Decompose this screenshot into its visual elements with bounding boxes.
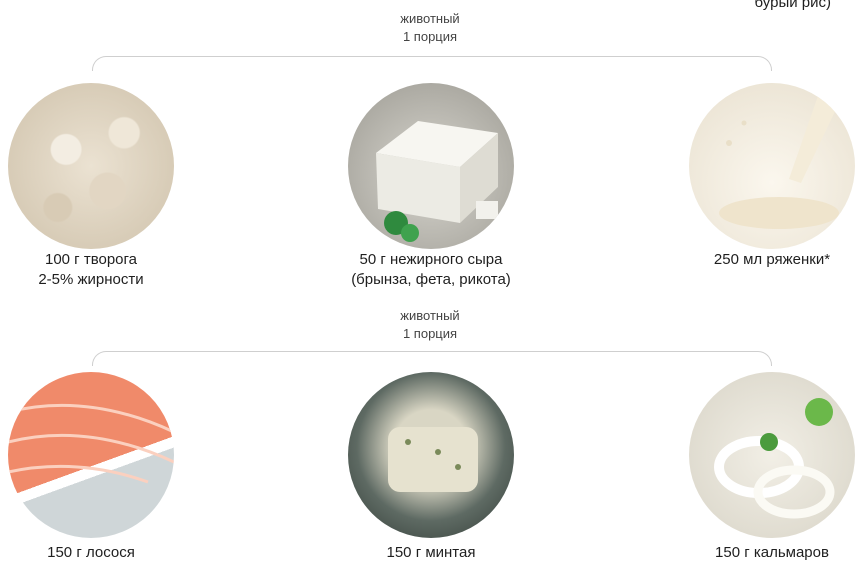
squid-illustration <box>714 398 835 519</box>
cheese-illustration <box>376 121 498 242</box>
ryazhenka-caption: 250 мл ряженки* <box>657 250 861 270</box>
squid-caption: 150 г кальмаров <box>657 543 861 563</box>
squid-image <box>689 372 855 538</box>
cottage-cheese-caption: 100 г творога 2-5% жирности <box>0 250 206 290</box>
pollock-image <box>348 372 514 538</box>
pollock-line1: 150 г минтая <box>386 544 476 561</box>
cheese-line2: (брынза, фета, рикота) <box>351 271 511 288</box>
pollock-illustration <box>388 427 478 492</box>
cheese-image <box>348 83 514 249</box>
group-2-portion-label: 1 порция <box>402 326 458 341</box>
ryazhenka-image <box>689 83 855 249</box>
cheese-line1: 50 г нежирного сыра <box>359 251 503 268</box>
cheese-caption: 50 г нежирного сыра (брынза, фета, рикот… <box>316 250 546 290</box>
group-1-header: животный 1 порция <box>330 10 530 46</box>
ryazhenka-line1: 250 мл ряженки* <box>713 251 831 268</box>
milk-splash-illustration <box>719 93 839 229</box>
cottage-cheese-line1: 100 г творога <box>44 251 137 268</box>
salmon-line1: 150 г лосося <box>47 544 135 561</box>
group-1-portion-label: 1 порция <box>402 29 458 44</box>
group-2-bracket <box>92 351 772 366</box>
group-1-type-label: животный <box>400 11 460 26</box>
group-1-bracket <box>92 56 772 71</box>
salmon-image <box>8 372 174 538</box>
cottage-cheese-line2: 2-5% жирности <box>38 271 144 288</box>
cut-off-caption: бурый рис) <box>754 0 831 11</box>
cottage-cheese-image <box>8 83 174 249</box>
salmon-caption: 150 г лосося <box>0 543 206 563</box>
group-2-header: животный 1 порция <box>330 307 530 343</box>
squid-line1: 150 г кальмаров <box>715 544 829 561</box>
pollock-caption: 150 г минтая <box>316 543 546 563</box>
group-2-type-label: животный <box>400 308 460 323</box>
salmon-illustration <box>8 403 174 484</box>
